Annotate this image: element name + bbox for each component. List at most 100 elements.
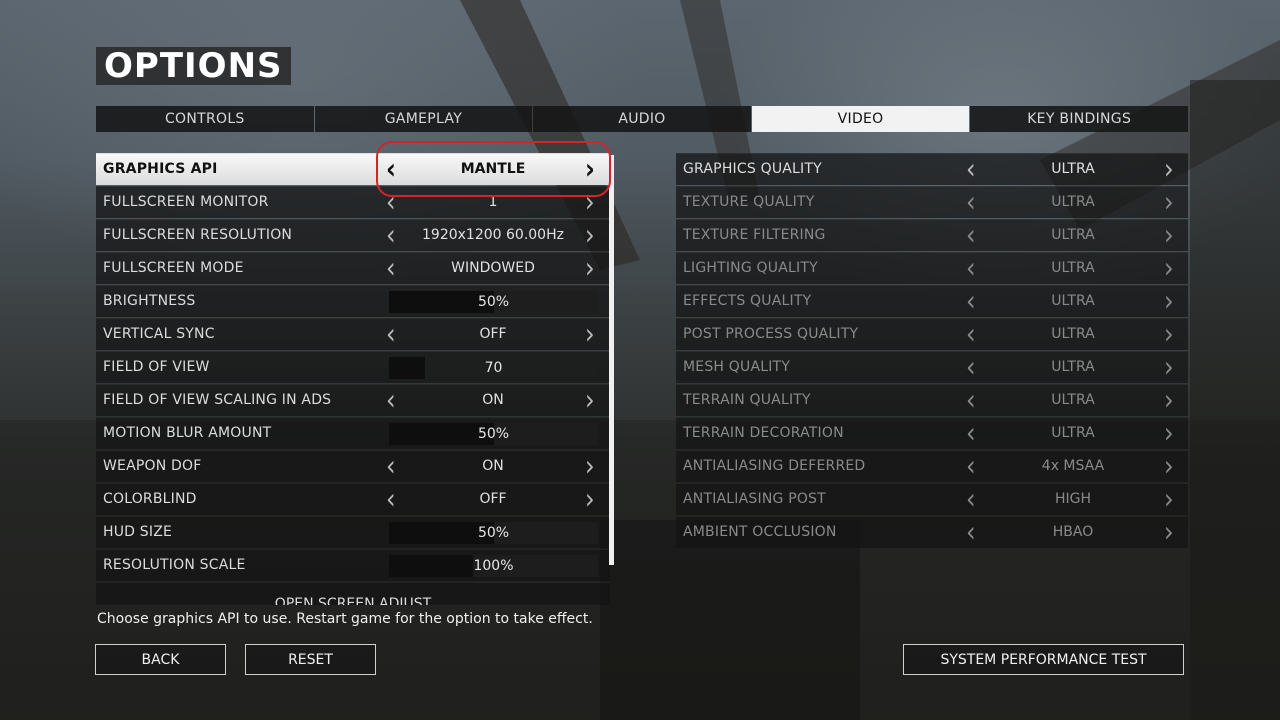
slider-value: 70 [484,360,503,376]
setting-row-effects-quality[interactable]: EFFECTS QUALITY ‹ ULTRA › [676,283,1188,319]
setting-label: ANTIALIASING DEFERRED [683,458,866,474]
chevron-right-icon[interactable]: › [1164,448,1174,484]
resolution-scale-slider[interactable]: 100% [389,555,598,577]
setting-row-weapon-dof[interactable]: WEAPON DOF ‹ ON › [96,448,610,484]
tab-key-bindings[interactable]: KEY BINDINGS [970,106,1188,132]
setting-row-resolution-scale[interactable]: RESOLUTION SCALE 100% [96,549,610,581]
chevron-right-icon[interactable]: › [585,316,595,352]
open-screen-adjust-label: OPEN SCREEN ADJUST [274,596,432,605]
setting-value: WINDOWED [451,260,535,276]
setting-label: MOTION BLUR AMOUNT [103,425,272,441]
setting-label: AMBIENT OCCLUSION [683,524,837,540]
motion-blur-slider[interactable]: 50% [389,423,598,445]
setting-label: WEAPON DOF [103,458,202,474]
setting-label: FULLSCREEN MODE [103,260,244,276]
annotation-highlight-ring [376,141,611,197]
general-video-settings-list: GRAPHICS API ‹ MANTLE › FULLSCREEN MONIT… [96,153,610,605]
setting-row-ambient-occlusion[interactable]: AMBIENT OCCLUSION ‹ HBAO › [676,514,1188,550]
tab-controls[interactable]: CONTROLS [96,106,314,132]
setting-value: OFF [479,326,507,342]
setting-value: OFF [479,491,507,507]
setting-row-terrain-quality[interactable]: TERRAIN QUALITY ‹ ULTRA › [676,382,1188,418]
system-performance-test-button[interactable]: SYSTEM PERFORMANCE TEST [903,644,1184,675]
setting-row-motion-blur[interactable]: MOTION BLUR AMOUNT 50% [96,417,610,449]
setting-row-fullscreen-resolution[interactable]: FULLSCREEN RESOLUTION ‹ 1920x1200 60.00H… [96,217,610,253]
slider-value: 50% [477,294,510,310]
setting-row-fullscreen-mode[interactable]: FULLSCREEN MODE ‹ WINDOWED › [96,250,610,286]
slider-value: 50% [477,525,510,541]
setting-value: ULTRA [1051,260,1095,276]
chevron-right-icon[interactable]: › [1164,151,1174,187]
chevron-right-icon[interactable]: › [1164,316,1174,352]
setting-row-texture-filtering[interactable]: TEXTURE FILTERING ‹ ULTRA › [676,217,1188,253]
reset-button[interactable]: RESET [245,644,376,675]
setting-row-vertical-sync[interactable]: VERTICAL SYNC ‹ OFF › [96,316,610,352]
back-button[interactable]: BACK [95,644,226,675]
setting-label: MESH QUALITY [683,359,791,375]
setting-label: FIELD OF VIEW [103,359,210,375]
setting-value: ULTRA [1051,161,1095,177]
chevron-right-icon[interactable]: › [1164,217,1174,253]
setting-description-hint: Choose graphics API to use. Restart game… [97,611,593,627]
setting-value: ULTRA [1051,392,1095,408]
setting-value: ULTRA [1051,227,1095,243]
chevron-right-icon[interactable]: › [585,250,595,286]
setting-row-hud-size[interactable]: HUD SIZE 50% [96,516,610,548]
chevron-right-icon[interactable]: › [585,217,595,253]
setting-label: TEXTURE QUALITY [683,194,815,210]
setting-label: HUD SIZE [103,524,173,540]
setting-row-post-process-quality[interactable]: POST PROCESS QUALITY ‹ ULTRA › [676,316,1188,352]
setting-value: ULTRA [1051,359,1095,375]
setting-row-antialiasing-post[interactable]: ANTIALIASING POST ‹ HIGH › [676,481,1188,517]
setting-label: TERRAIN QUALITY [683,392,811,408]
setting-row-colorblind[interactable]: COLORBLIND ‹ OFF › [96,481,610,517]
setting-row-texture-quality[interactable]: TEXTURE QUALITY ‹ ULTRA › [676,184,1188,220]
setting-row-graphics-quality[interactable]: GRAPHICS QUALITY ‹ ULTRA › [676,151,1188,187]
chevron-right-icon[interactable]: › [585,382,595,418]
tab-audio[interactable]: AUDIO [533,106,751,132]
setting-value: 4x MSAA [1041,458,1105,474]
chevron-right-icon[interactable]: › [1164,283,1174,319]
setting-label: POST PROCESS QUALITY [683,326,859,342]
chevron-right-icon[interactable]: › [585,481,595,517]
setting-row-brightness[interactable]: BRIGHTNESS 50% [96,285,610,317]
chevron-right-icon[interactable]: › [1164,250,1174,286]
setting-label: FIELD OF VIEW SCALING IN ADS [103,392,332,408]
setting-label: LIGHTING QUALITY [683,260,818,276]
tab-video[interactable]: VIDEO [751,106,970,132]
chevron-right-icon[interactable]: › [1164,481,1174,517]
open-screen-adjust-button[interactable]: OPEN SCREEN ADJUST [96,582,610,605]
setting-row-terrain-decoration[interactable]: TERRAIN DECORATION ‹ ULTRA › [676,415,1188,451]
slider-value: 50% [477,426,510,442]
chevron-right-icon[interactable]: › [1164,349,1174,385]
setting-row-mesh-quality[interactable]: MESH QUALITY ‹ ULTRA › [676,349,1188,385]
chevron-right-icon[interactable]: › [1164,184,1174,220]
setting-label: COLORBLIND [103,491,197,507]
setting-label: FULLSCREEN MONITOR [103,194,269,210]
setting-label: ANTIALIASING POST [683,491,826,507]
setting-label: TEXTURE FILTERING [683,227,826,243]
field-of-view-slider[interactable]: 70 [389,357,598,379]
setting-row-antialiasing-deferred[interactable]: ANTIALIASING DEFERRED ‹ 4x MSAA › [676,448,1188,484]
graphics-quality-settings-list: GRAPHICS QUALITY ‹ ULTRA › TEXTURE QUALI… [676,151,1188,550]
tab-bar: CONTROLS GAMEPLAY AUDIO VIDEO KEY BINDIN… [96,106,1188,132]
setting-label: FULLSCREEN RESOLUTION [103,227,293,243]
tab-gameplay[interactable]: GAMEPLAY [314,106,533,132]
chevron-right-icon[interactable]: › [585,448,595,484]
brightness-slider[interactable]: 50% [389,291,598,313]
setting-value: HIGH [1054,491,1092,507]
setting-label: GRAPHICS QUALITY [683,161,822,177]
chevron-right-icon[interactable]: › [1164,514,1174,550]
setting-row-lighting-quality[interactable]: LIGHTING QUALITY ‹ ULTRA › [676,250,1188,286]
setting-value: 1920x1200 60.00Hz [422,227,564,243]
hud-size-slider[interactable]: 50% [389,522,598,544]
chevron-right-icon[interactable]: › [1164,415,1174,451]
setting-value: ULTRA [1051,194,1095,210]
settings-scrollbar[interactable] [609,155,614,565]
setting-value: ULTRA [1051,326,1095,342]
setting-value: ON [482,392,504,408]
setting-row-field-of-view[interactable]: FIELD OF VIEW 70 [96,351,610,383]
chevron-right-icon[interactable]: › [1164,382,1174,418]
setting-label: GRAPHICS API [103,161,218,177]
setting-row-fov-scaling-ads[interactable]: FIELD OF VIEW SCALING IN ADS ‹ ON › [96,382,610,418]
